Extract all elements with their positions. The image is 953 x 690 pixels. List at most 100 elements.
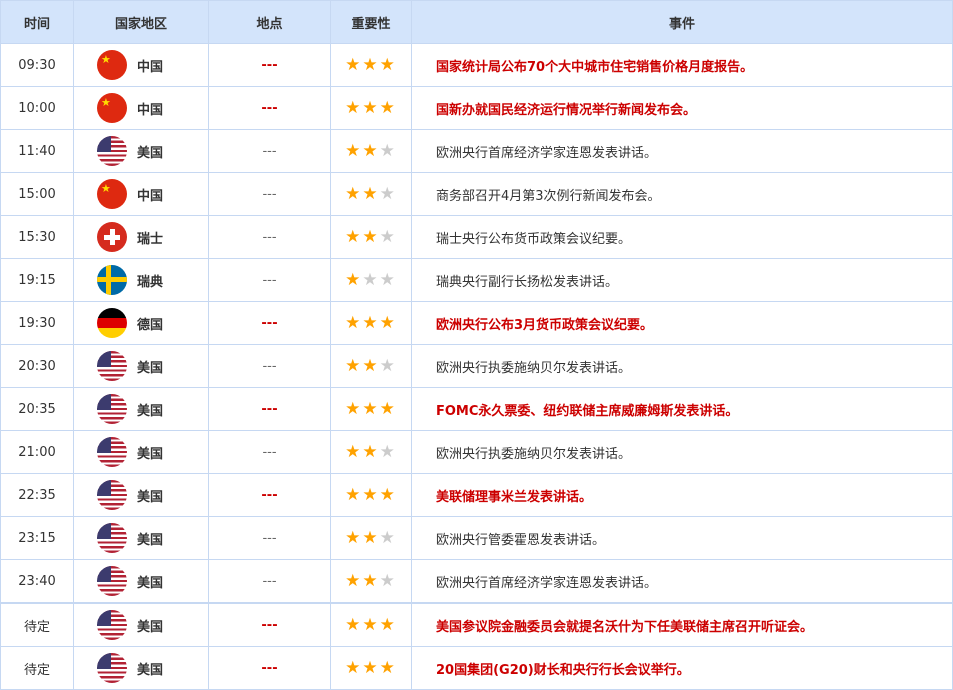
location-cell: ---	[208, 215, 331, 259]
country-name: 中国	[137, 188, 164, 204]
table-row[interactable]: 23:40 美国 --- ★★★ 欧洲央行首席经济学家连恩发表讲话。	[0, 559, 953, 604]
importance-stars: ★★★	[330, 602, 412, 647]
table-row[interactable]: 22:35 美国 --- ★★★ 美联储理事米兰发表讲话。	[0, 473, 953, 517]
event-cell: 瑞士央行公布货币政策会议纪要。	[411, 215, 953, 259]
flag-us-icon	[97, 610, 127, 640]
header-importance: 重要性	[330, 0, 412, 44]
event-cell: 欧洲央行执委施纳贝尔发表讲话。	[411, 430, 953, 474]
table-row[interactable]: 19:30 德国 --- ★★★ 欧洲央行公布3月货币政策会议纪要。	[0, 301, 953, 345]
country-name: 中国	[137, 102, 164, 118]
star-filled-icon: ★	[345, 270, 363, 290]
star-empty-icon: ★	[379, 356, 397, 376]
importance-stars: ★★★	[330, 301, 412, 345]
star-filled-icon: ★	[362, 658, 380, 678]
star-filled-icon: ★	[379, 399, 397, 419]
star-filled-icon: ★	[379, 98, 397, 118]
star-empty-icon: ★	[379, 270, 397, 290]
star-filled-icon: ★	[345, 141, 363, 161]
country-name: 美国	[137, 145, 164, 161]
star-filled-icon: ★	[345, 98, 363, 118]
location-cell: ---	[208, 129, 331, 173]
location-cell: ---	[208, 344, 331, 388]
location-cell: ---	[208, 86, 331, 130]
event-cell: 瑞典央行副行长扬松发表讲话。	[411, 258, 953, 302]
country-name: 美国	[137, 575, 164, 591]
table-row[interactable]: 10:00 中国 --- ★★★ 国新办就国民经济运行情况举行新闻发布会。	[0, 86, 953, 130]
star-filled-icon: ★	[362, 528, 380, 548]
table-row[interactable]: 20:30 美国 --- ★★★ 欧洲央行执委施纳贝尔发表讲话。	[0, 344, 953, 388]
country-name: 美国	[137, 662, 164, 678]
event-cell: 欧洲央行管委霍恩发表讲话。	[411, 516, 953, 560]
country-cell: 美国	[73, 602, 209, 647]
importance-stars: ★★★	[330, 430, 412, 474]
importance-stars: ★★★	[330, 344, 412, 388]
header-event: 事件	[411, 0, 953, 44]
flag-us-icon	[97, 437, 127, 467]
country-name: 瑞士	[137, 231, 164, 247]
table-row[interactable]: 23:15 美国 --- ★★★ 欧洲央行管委霍恩发表讲话。	[0, 516, 953, 560]
header-location: 地点	[208, 0, 331, 44]
country-cell: 瑞典	[73, 258, 209, 302]
time-cell: 19:15	[0, 258, 74, 302]
country-cell: 美国	[73, 129, 209, 173]
event-cell: 国新办就国民经济运行情况举行新闻发布会。	[411, 86, 953, 130]
event-cell: 美联储理事米兰发表讲话。	[411, 473, 953, 517]
country-cell: 中国	[73, 172, 209, 216]
event-cell: 国家统计局公布70个大中城市住宅销售价格月度报告。	[411, 43, 953, 87]
table-row[interactable]: 15:00 中国 --- ★★★ 商务部召开4月第3次例行新闻发布会。	[0, 172, 953, 216]
table-row[interactable]: 20:35 美国 --- ★★★ FOMC永久票委、纽约联储主席威廉姆斯发表讲话…	[0, 387, 953, 431]
flag-cn-icon	[97, 179, 127, 209]
importance-stars: ★★★	[330, 129, 412, 173]
star-filled-icon: ★	[362, 227, 380, 247]
table-row[interactable]: 15:30 瑞士 --- ★★★ 瑞士央行公布货币政策会议纪要。	[0, 215, 953, 259]
flag-cn-icon	[97, 93, 127, 123]
star-empty-icon: ★	[379, 184, 397, 204]
location-cell: ---	[208, 430, 331, 474]
table-row[interactable]: 09:30 中国 --- ★★★ 国家统计局公布70个大中城市住宅销售价格月度报…	[0, 43, 953, 87]
star-filled-icon: ★	[362, 98, 380, 118]
country-name: 美国	[137, 360, 164, 376]
table-row[interactable]: 待定 美国 --- ★★★ 20国集团(G20)财长和央行行长会议举行。	[0, 646, 953, 690]
star-filled-icon: ★	[362, 615, 380, 635]
star-filled-icon: ★	[362, 184, 380, 204]
time-cell: 待定	[0, 646, 74, 690]
star-empty-icon: ★	[379, 141, 397, 161]
country-cell: 美国	[73, 559, 209, 604]
star-filled-icon: ★	[345, 356, 363, 376]
importance-stars: ★★★	[330, 387, 412, 431]
flag-se-icon	[97, 265, 127, 295]
star-empty-icon: ★	[379, 571, 397, 591]
star-empty-icon: ★	[379, 227, 397, 247]
location-cell: ---	[208, 646, 331, 690]
country-name: 瑞典	[137, 274, 164, 290]
star-filled-icon: ★	[345, 485, 363, 505]
star-filled-icon: ★	[362, 399, 380, 419]
star-filled-icon: ★	[345, 55, 363, 75]
event-cell: 20国集团(G20)财长和央行行长会议举行。	[411, 646, 953, 690]
star-filled-icon: ★	[362, 571, 380, 591]
table-row[interactable]: 待定 美国 --- ★★★ 美国参议院金融委员会就提名沃什为下任美联储主席召开听…	[0, 602, 953, 647]
time-cell: 19:30	[0, 301, 74, 345]
header-country: 国家地区	[73, 0, 209, 44]
table-row[interactable]: 21:00 美国 --- ★★★ 欧洲央行执委施纳贝尔发表讲话。	[0, 430, 953, 474]
star-filled-icon: ★	[345, 571, 363, 591]
location-cell: ---	[208, 172, 331, 216]
flag-de-icon	[97, 308, 127, 338]
star-filled-icon: ★	[362, 55, 380, 75]
table-row[interactable]: 19:15 瑞典 --- ★★★ 瑞典央行副行长扬松发表讲话。	[0, 258, 953, 302]
country-name: 美国	[137, 489, 164, 505]
country-name: 美国	[137, 619, 164, 635]
star-filled-icon: ★	[362, 141, 380, 161]
country-cell: 美国	[73, 387, 209, 431]
time-cell: 待定	[0, 602, 74, 647]
flag-cn-icon	[97, 50, 127, 80]
header-time: 时间	[0, 0, 74, 44]
table-row[interactable]: 11:40 美国 --- ★★★ 欧洲央行首席经济学家连恩发表讲话。	[0, 129, 953, 173]
flag-us-icon	[97, 480, 127, 510]
time-cell: 20:35	[0, 387, 74, 431]
location-cell: ---	[208, 559, 331, 604]
star-filled-icon: ★	[379, 55, 397, 75]
star-filled-icon: ★	[379, 615, 397, 635]
star-filled-icon: ★	[379, 485, 397, 505]
importance-stars: ★★★	[330, 646, 412, 690]
